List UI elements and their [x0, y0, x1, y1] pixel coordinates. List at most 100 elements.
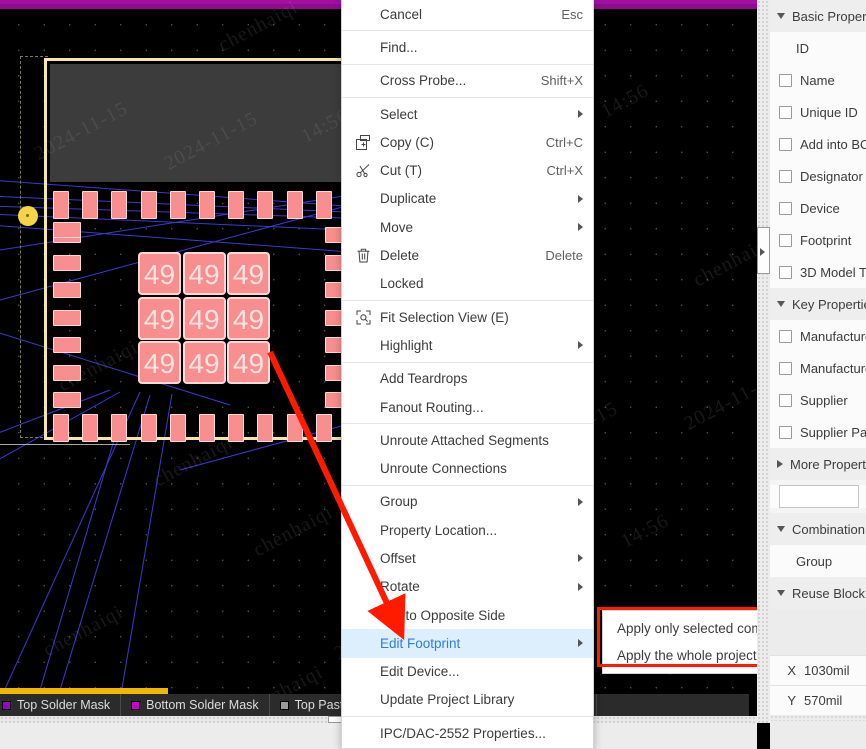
pad[interactable]	[315, 191, 332, 219]
menu-item-group[interactable]: Group	[342, 488, 593, 516]
property-row-group[interactable]: Group	[770, 545, 866, 577]
chevron-down-icon[interactable]	[777, 13, 785, 19]
property-row-supplier[interactable]: Supplier	[770, 384, 866, 416]
pad[interactable]	[53, 392, 81, 408]
menu-item-copy-c[interactable]: Copy (C) Ctrl+C	[342, 128, 593, 156]
checkbox-manufacturer-part[interactable]	[779, 361, 792, 375]
chevron-down-icon[interactable]	[777, 301, 785, 307]
checkbox-add-into-bom[interactable]	[779, 137, 792, 151]
section-header-basic-properties[interactable]: Basic Properties	[770, 0, 866, 32]
pad[interactable]	[82, 191, 99, 219]
menu-item-edit-device[interactable]: Edit Device...	[342, 658, 593, 686]
pad[interactable]	[257, 191, 274, 219]
menu-item-flip-to-opposite-side[interactable]: Flip to Opposite Side	[342, 601, 593, 629]
context-menu[interactable]: Cancel Esc Find... Cross Probe... Shift+X Sel…	[341, 0, 594, 749]
menu-item-property-location[interactable]: Property Location...	[342, 516, 593, 544]
vertical-scrollbar-track[interactable]	[757, 0, 770, 723]
pad[interactable]	[286, 191, 303, 219]
property-row-manufacturer[interactable]: Manufacturer	[770, 320, 866, 352]
section-header-combination[interactable]: Combination	[770, 513, 866, 545]
more-properties-input[interactable]	[779, 485, 859, 508]
menu-item-move[interactable]: Move	[342, 213, 593, 241]
properties-sidebar[interactable]: Basic Properties ID Name Unique ID Add into …	[770, 0, 866, 749]
menu-item-offset[interactable]: Offset	[342, 544, 593, 572]
checkbox-unique-id[interactable]	[779, 105, 792, 119]
pad-49[interactable]: 49	[227, 341, 270, 384]
menu-item-unroute-attached-segments[interactable]: Unroute Attached Segments	[342, 426, 593, 454]
menu-item-find[interactable]: Find...	[342, 33, 593, 61]
menu-item-cut-t[interactable]: Cut (T) Ctrl+X	[342, 156, 593, 184]
section-header-more-properties[interactable]: More Properties	[770, 448, 866, 480]
pad[interactable]	[169, 414, 186, 442]
menu-item-edit-footprint[interactable]: Edit Footprint	[342, 629, 593, 658]
property-row-designator[interactable]: Designator	[770, 160, 866, 192]
property-row-manufacturer-part[interactable]: Manufacturer Part	[770, 352, 866, 384]
pad[interactable]	[53, 337, 81, 353]
pad[interactable]	[53, 222, 81, 238]
menu-item-ipc-dac-2552-properties[interactable]: IPC/DAC-2552 Properties...	[342, 719, 593, 747]
pad-49[interactable]: 49	[138, 252, 181, 295]
pad[interactable]	[286, 414, 303, 442]
pad[interactable]	[199, 191, 215, 219]
pad-49[interactable]: 49	[182, 341, 226, 384]
menu-item-add-teardrops[interactable]: Add Teardrops	[342, 365, 593, 393]
section-header-key-properties[interactable]: Key Properties	[770, 288, 866, 320]
pad[interactable]	[199, 414, 215, 442]
pad-49[interactable]: 49	[138, 341, 181, 384]
chevron-right-icon[interactable]	[777, 460, 783, 468]
pad[interactable]	[169, 191, 186, 219]
pad[interactable]	[53, 282, 81, 298]
menu-item-rotate[interactable]: Rotate	[342, 573, 593, 601]
property-row-3d-model-title[interactable]: 3D Model Title	[770, 256, 866, 288]
pad-49[interactable]: 49	[182, 296, 226, 340]
pad-49[interactable]: 49	[182, 252, 226, 295]
pad[interactable]	[82, 414, 99, 442]
section-header-reuse-block[interactable]: Reuse Block	[770, 577, 866, 609]
property-row-name[interactable]: Name	[770, 64, 866, 96]
property-row-footprint[interactable]: Footprint	[770, 224, 866, 256]
pad[interactable]	[53, 364, 81, 381]
pad[interactable]	[315, 414, 332, 442]
menu-item-delete[interactable]: Delete Delete	[342, 241, 593, 269]
menu-item-update-project-library[interactable]: Update Project Library	[342, 686, 593, 714]
checkbox-supplier-part[interactable]	[779, 425, 792, 439]
pad[interactable]	[53, 414, 69, 442]
layer-tab-bottom-solder-mask[interactable]: Bottom Solder Mask	[121, 694, 270, 716]
menu-item-fanout-routing[interactable]: Fanout Routing...	[342, 393, 593, 421]
menu-item-cancel[interactable]: Cancel Esc	[342, 0, 593, 28]
pad[interactable]	[140, 414, 157, 442]
checkbox-designator[interactable]	[779, 169, 792, 183]
pad-49[interactable]: 49	[138, 296, 181, 340]
checkbox-device[interactable]	[779, 201, 792, 215]
checkbox-footprint[interactable]	[779, 233, 792, 247]
menu-item-cross-probe[interactable]: Cross Probe... Shift+X	[342, 67, 593, 95]
checkbox-3d-model-title[interactable]	[779, 265, 792, 279]
menu-item-select[interactable]: Select	[342, 100, 593, 128]
pad-49[interactable]: 49	[227, 296, 270, 340]
property-row-unique-id[interactable]: Unique ID	[770, 96, 866, 128]
menu-item-duplicate[interactable]: Duplicate	[342, 185, 593, 213]
coordinate-row-x[interactable]: X 1030mil	[770, 655, 866, 685]
property-row-add-into-bom[interactable]: Add into BOM	[770, 128, 866, 160]
property-row-id[interactable]: ID	[770, 32, 866, 64]
pad[interactable]	[53, 254, 81, 271]
menu-item-locked[interactable]: Locked	[342, 270, 593, 298]
property-row-device[interactable]: Device	[770, 192, 866, 224]
pad[interactable]	[228, 414, 245, 442]
chevron-down-icon[interactable]	[777, 526, 785, 532]
checkbox-supplier[interactable]	[779, 393, 792, 407]
layer-tab-top-solder-mask[interactable]: Top Solder Mask	[0, 694, 122, 716]
menu-item-unroute-connections[interactable]: Unroute Connections	[342, 454, 593, 482]
checkbox-manufacturer[interactable]	[779, 329, 792, 343]
pad-49[interactable]: 49	[227, 252, 270, 295]
property-row-supplier-part[interactable]: Supplier Part	[770, 416, 866, 448]
checkbox-name[interactable]	[779, 73, 792, 87]
pad[interactable]	[140, 191, 157, 219]
menu-item-fit-selection-view-e[interactable]: Fit Selection View (E)	[342, 303, 593, 331]
pad[interactable]	[111, 191, 128, 219]
coordinate-row-y[interactable]: Y 570mil	[770, 685, 866, 715]
chevron-down-icon[interactable]	[777, 590, 785, 596]
menu-item-highlight[interactable]: Highlight	[342, 331, 593, 359]
pad[interactable]	[53, 191, 69, 219]
pad[interactable]	[257, 414, 274, 442]
